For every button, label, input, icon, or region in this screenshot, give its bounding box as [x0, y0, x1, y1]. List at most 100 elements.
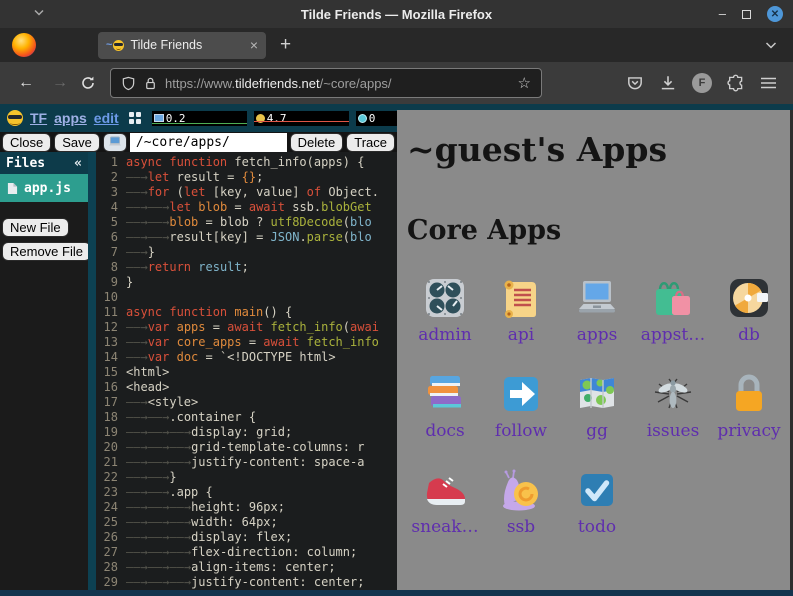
- code-line[interactable]: 24——→——→——→height: 96px;: [96, 500, 397, 515]
- code-line[interactable]: 29——→——→——→justify-content: center;: [96, 575, 397, 590]
- code-line[interactable]: 18——→——→.container {: [96, 410, 397, 425]
- editor-pane: Close Save Delete Trace Files « app.js: [0, 132, 397, 590]
- code-line[interactable]: 8——→return result;: [96, 260, 397, 275]
- downloads-icon[interactable]: [659, 74, 677, 92]
- code-line[interactable]: 9}: [96, 275, 397, 290]
- app-admin[interactable]: admin: [407, 274, 483, 348]
- app-gg[interactable]: gg: [559, 370, 635, 444]
- code-line[interactable]: 13——→var core_apps = await fetch_info: [96, 335, 397, 350]
- app-label: follow: [495, 421, 547, 441]
- code-line[interactable]: 16<head>: [96, 380, 397, 395]
- tab-close-icon[interactable]: ×: [250, 37, 258, 53]
- editor-toolbar: Close Save Delete Trace: [0, 132, 397, 152]
- new-tab-button[interactable]: +: [280, 34, 291, 56]
- code-line[interactable]: 28——→——→——→align-items: center;: [96, 560, 397, 575]
- extensions-puzzle-icon[interactable]: [727, 74, 745, 92]
- code-line[interactable]: 25——→——→——→width: 64px;: [96, 515, 397, 530]
- code-line[interactable]: 7——→}: [96, 245, 397, 260]
- network-value: 0: [369, 112, 376, 125]
- code-line[interactable]: 10: [96, 290, 397, 305]
- file-item-appjs[interactable]: app.js: [0, 174, 88, 202]
- memory-value: 4.7: [267, 112, 287, 125]
- apps-grid-icon[interactable]: [129, 112, 142, 125]
- app-todo[interactable]: todo: [559, 466, 635, 540]
- snail-icon: [497, 466, 545, 514]
- code-line[interactable]: 27——→——→——→flex-direction: column;: [96, 545, 397, 560]
- cool-face-icon: [7, 110, 23, 126]
- scroll-icon: [497, 274, 545, 322]
- shield-permissions-icon[interactable]: [121, 76, 136, 91]
- minimize-button[interactable]: –: [719, 10, 726, 18]
- close-window-button[interactable]: ✕: [767, 6, 783, 22]
- tf-home-link[interactable]: TF: [30, 110, 47, 126]
- page-title: ~guest's Apps: [407, 130, 793, 169]
- bookmark-star-icon[interactable]: ☆: [518, 74, 531, 92]
- code-line[interactable]: 22——→——→}: [96, 470, 397, 485]
- delete-button[interactable]: Delete: [290, 133, 344, 152]
- account-badge-icon[interactable]: F: [692, 73, 712, 93]
- app-docs[interactable]: docs: [407, 370, 483, 444]
- file-name: app.js: [24, 181, 71, 196]
- app-label: gg: [586, 421, 608, 441]
- lock-icon[interactable]: [143, 76, 158, 91]
- laptop-icon: [573, 274, 621, 322]
- code-line[interactable]: 26——→——→——→display: flex;: [96, 530, 397, 545]
- remove-file-button[interactable]: Remove File: [2, 242, 91, 261]
- app-label: issues: [647, 421, 700, 441]
- restore-button[interactable]: [742, 10, 751, 19]
- app-api[interactable]: api: [483, 274, 559, 348]
- mosquito-icon: [649, 370, 697, 418]
- reload-icon[interactable]: [80, 75, 96, 91]
- titlebar-menu-chevron-icon[interactable]: [34, 9, 44, 16]
- app-ssb[interactable]: ssb: [483, 466, 559, 540]
- code-line[interactable]: 12——→var apps = await fetch_info(awai: [96, 320, 397, 335]
- app-appstore[interactable]: appst…: [635, 274, 711, 348]
- app-issues[interactable]: issues: [635, 370, 711, 444]
- close-button[interactable]: Close: [2, 133, 51, 152]
- code-line[interactable]: 19——→——→——→display: grid;: [96, 425, 397, 440]
- app-apps[interactable]: apps: [559, 274, 635, 348]
- code-line[interactable]: 4——→——→let blob = await ssb.blobGet: [96, 200, 397, 215]
- app-privacy[interactable]: privacy: [711, 370, 787, 444]
- code-line[interactable]: 1async function fetch_info(apps) {: [96, 155, 397, 170]
- section-title: Core Apps: [407, 215, 793, 246]
- back-button[interactable]: ←: [12, 74, 40, 92]
- code-line[interactable]: 6——→——→result[key] = JSON.parse(blo: [96, 230, 397, 245]
- url-bar[interactable]: https://www.tildefriends.net/~core/apps/…: [110, 68, 542, 98]
- code-line[interactable]: 11async function main() {: [96, 305, 397, 320]
- apps-link[interactable]: apps: [54, 110, 87, 126]
- edit-link[interactable]: edit: [94, 110, 119, 126]
- code-editor[interactable]: 1async function fetch_info(apps) {2——→le…: [96, 152, 397, 590]
- control-knobs-icon: [421, 274, 469, 322]
- new-file-button[interactable]: New File: [2, 218, 69, 237]
- code-line[interactable]: 15<html>: [96, 365, 397, 380]
- code-line[interactable]: 20——→——→——→grid-template-columns: r: [96, 440, 397, 455]
- url-text: https://www.tildefriends.net/~core/apps/: [165, 76, 511, 91]
- collapse-sidebar-icon[interactable]: «: [74, 156, 82, 171]
- app-follow[interactable]: follow: [483, 370, 559, 444]
- path-input[interactable]: [130, 133, 287, 152]
- tab-tilde-friends[interactable]: ~ Tilde Friends ×: [98, 32, 266, 59]
- app-label: sneak…: [411, 517, 478, 537]
- code-line[interactable]: 21——→——→——→justify-content: space-a: [96, 455, 397, 470]
- code-line[interactable]: 14——→var doc = `<!DOCTYPE html>: [96, 350, 397, 365]
- sidebar-splitter[interactable]: [88, 152, 96, 590]
- app-db[interactable]: db: [711, 274, 787, 348]
- pocket-icon[interactable]: [626, 74, 644, 92]
- code-line[interactable]: 17——→<style>: [96, 395, 397, 410]
- firefox-icon[interactable]: [12, 33, 36, 57]
- tab-bar: ~ Tilde Friends × +: [0, 28, 793, 62]
- code-line[interactable]: 3——→for (let [key, value] of Object.: [96, 185, 397, 200]
- save-button[interactable]: Save: [54, 133, 100, 152]
- run-app-button[interactable]: [103, 133, 127, 152]
- code-line[interactable]: 23——→——→.app {: [96, 485, 397, 500]
- trace-button[interactable]: Trace: [346, 133, 395, 152]
- code-line[interactable]: 5——→——→blob = blob ? utf8Decode(blo: [96, 215, 397, 230]
- code-line[interactable]: 2——→let result = {};: [96, 170, 397, 185]
- apps-panel: ~guest's Apps Core Apps admin api apps a…: [397, 110, 793, 590]
- app-label: ssb: [507, 517, 535, 537]
- app-sneaker[interactable]: sneak…: [407, 466, 483, 540]
- list-all-tabs-chevron-icon[interactable]: [765, 41, 777, 49]
- menu-hamburger-icon[interactable]: [760, 76, 777, 90]
- forward-button[interactable]: →: [46, 74, 74, 92]
